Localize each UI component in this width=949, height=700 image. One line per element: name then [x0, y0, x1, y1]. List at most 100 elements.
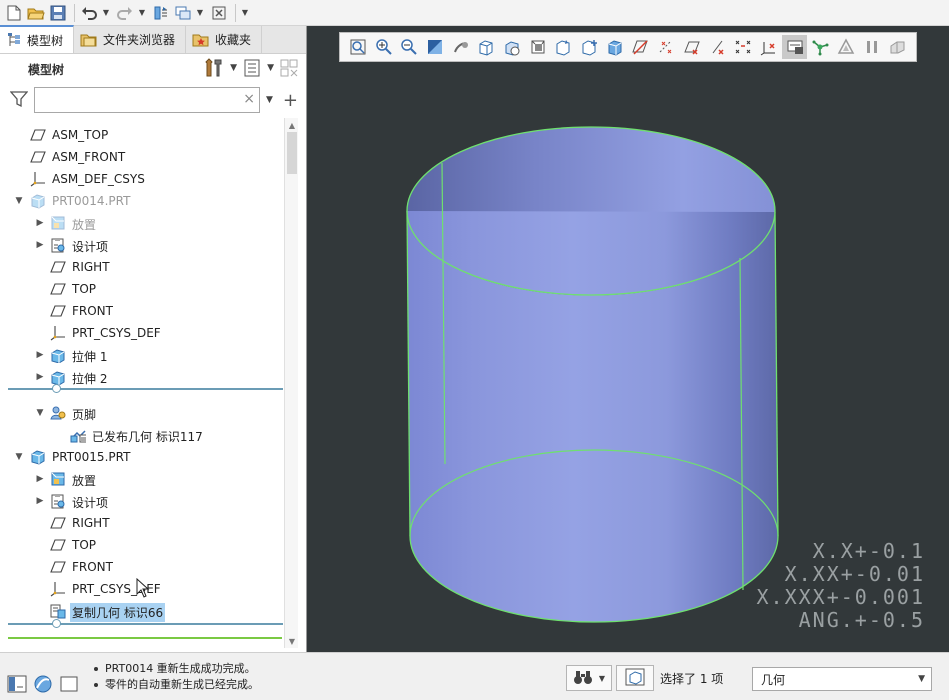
part-icon	[30, 193, 46, 209]
tab-label: 文件夹浏览器	[103, 33, 176, 47]
scrollbar-thumb[interactable]	[287, 132, 297, 174]
open-folder-icon[interactable]	[26, 3, 46, 23]
insert-here-line[interactable]	[8, 623, 283, 625]
toggle-browser-icon[interactable]	[32, 673, 54, 695]
tree-item-label: ASM_FRONT	[52, 150, 126, 164]
tree-item-label: TOP	[72, 538, 97, 552]
tree-item[interactable]: ▼ PRT0015.PRT	[0, 446, 284, 468]
tree-search-input[interactable]	[35, 88, 235, 112]
tree-item-label: FRONT	[72, 560, 113, 574]
message-line: 零件的自动重新生成已经完成。	[94, 677, 259, 693]
search-dropdown-icon[interactable]: ▼	[266, 95, 273, 105]
tree-item[interactable]: ▼ PRT0014.PRT	[0, 190, 284, 212]
undo-dropdown-icon[interactable]: ▼	[101, 3, 111, 23]
tree-item[interactable]: ▶ 拉伸 2	[0, 366, 284, 388]
graphics-window[interactable]: X.X+-0.1 X.XX+-0.01 X.XXX+-0.001 ANG.+-0…	[306, 26, 949, 652]
close-window-icon[interactable]	[209, 3, 229, 23]
status-bar: PRT0014 重新生成成功完成。 零件的自动重新生成已经完成。 ▼ 选择了 1…	[0, 652, 949, 700]
tree-item[interactable]: TOP	[0, 278, 284, 300]
customize-toolbar-icon[interactable]: ▼	[240, 3, 250, 23]
expand-arrow-icon[interactable]: ▶	[35, 218, 45, 228]
mouse-cursor-icon	[136, 577, 150, 601]
tree-item-label: PRT0014.PRT	[52, 194, 131, 208]
settings-dropdown-icon[interactable]: ▼	[230, 63, 237, 73]
tree-item[interactable]: FRONT	[0, 556, 284, 578]
find-dropdown-icon[interactable]: ▼	[599, 674, 605, 683]
save-icon[interactable]	[48, 3, 68, 23]
copy-geometry-icon	[50, 603, 66, 619]
tree-item[interactable]: ▶ 拉伸 1	[0, 344, 284, 366]
new-file-icon[interactable]	[4, 3, 24, 23]
collapse-arrow-icon[interactable]: ▼	[35, 408, 45, 418]
tree-item[interactable]: 已发布几何 标识117	[0, 424, 284, 446]
filter-funnel-icon[interactable]	[9, 90, 29, 111]
selected-items-button[interactable]	[616, 665, 654, 691]
tree-item[interactable]: ▶ 放置	[0, 468, 284, 490]
expand-arrow-icon[interactable]: ▶	[35, 496, 45, 506]
tolerance-line: X.X+-0.1	[812, 539, 925, 563]
expand-arrow-icon[interactable]: ▶	[35, 240, 45, 250]
tree-item-label: 设计项	[72, 496, 109, 510]
tree-item-label: TOP	[72, 282, 97, 296]
tab-model-tree[interactable]: 模型树	[0, 25, 75, 53]
tree-item-label: 放置	[72, 218, 97, 232]
tree-item[interactable]: 复制几何 标识66	[0, 600, 284, 622]
tree-item[interactable]: ▼ 页脚	[0, 402, 284, 424]
tree-bottom-line	[8, 637, 282, 639]
selection-filter-select[interactable]: 几何 ▼	[752, 667, 932, 691]
expand-arrow-icon[interactable]: ▶	[35, 474, 45, 484]
part-icon	[30, 449, 46, 465]
scroll-down-icon[interactable]: ▼	[285, 634, 299, 648]
clear-search-icon[interactable]: ×	[243, 91, 255, 107]
redo-dropdown-icon[interactable]: ▼	[137, 3, 147, 23]
tree-item-label: 拉伸 1	[72, 350, 108, 364]
tab-folder-browser[interactable]: 文件夹浏览器	[74, 26, 187, 53]
chevron-down-icon: ▼	[918, 674, 925, 684]
tree-item[interactable]: ▶ 设计项	[0, 234, 284, 256]
tree-item[interactable]: ASM_TOP	[0, 124, 284, 146]
tree-item[interactable]: PRT_CSYS_DEF	[0, 322, 284, 344]
collapse-arrow-icon[interactable]: ▼	[14, 452, 24, 462]
tab-favorites[interactable]: 收藏夹	[186, 26, 263, 53]
tree-item[interactable]: ▶ 放置	[0, 212, 284, 234]
redo-icon[interactable]	[115, 3, 135, 23]
tree-item[interactable]: FRONT	[0, 300, 284, 322]
model-tree-header: 模型树 ▼ ▼	[0, 54, 306, 84]
tree-item[interactable]: RIGHT	[0, 256, 284, 278]
insert-here-line[interactable]	[8, 388, 283, 390]
show-dropdown-icon[interactable]: ▼	[267, 63, 274, 73]
find-button[interactable]: ▼	[566, 665, 612, 691]
tree-item[interactable]: ▶ 设计项	[0, 490, 284, 512]
datum-plane-icon	[30, 149, 46, 165]
undo-icon[interactable]	[79, 3, 99, 23]
regenerate-icon[interactable]	[151, 3, 171, 23]
tree-item[interactable]: ASM_FRONT	[0, 146, 284, 168]
tree-item-label: RIGHT	[72, 260, 110, 274]
collapse-arrow-icon[interactable]: ▼	[14, 196, 24, 206]
expand-arrow-icon[interactable]: ▶	[35, 372, 45, 382]
tab-label: 收藏夹	[215, 33, 252, 47]
show-list-icon[interactable]	[243, 58, 261, 78]
add-column-icon[interactable]: +	[283, 90, 298, 111]
windows-icon[interactable]	[173, 3, 193, 23]
toggle-fullscreen-icon[interactable]	[58, 673, 80, 695]
tree-item[interactable]: TOP	[0, 534, 284, 556]
settings-tools-icon[interactable]	[202, 58, 224, 78]
toggle-navigator-icon[interactable]	[6, 673, 28, 695]
tree-item[interactable]: ASM_DEF_CSYS	[0, 168, 284, 190]
datum-plane-icon	[50, 515, 66, 531]
insert-here-handle[interactable]	[52, 619, 61, 628]
insert-here-handle[interactable]	[52, 384, 61, 393]
tree-filter-settings-icon[interactable]	[280, 58, 298, 78]
tree-filter-row: × ▼ +	[0, 84, 306, 116]
tree-scrollbar[interactable]: ▲ ▼	[284, 118, 298, 648]
design-items-icon	[50, 493, 66, 509]
datum-plane-icon	[50, 259, 66, 275]
expand-arrow-icon[interactable]: ▶	[35, 350, 45, 360]
toolbar-separator	[74, 3, 75, 22]
tree-item[interactable]: RIGHT	[0, 512, 284, 534]
quick-access-toolbar: ▼ ▼ ▼ ▼	[0, 0, 949, 26]
windows-dropdown-icon[interactable]: ▼	[195, 3, 205, 23]
scroll-up-icon[interactable]: ▲	[285, 118, 299, 132]
cylinder-model[interactable]	[406, 126, 779, 623]
